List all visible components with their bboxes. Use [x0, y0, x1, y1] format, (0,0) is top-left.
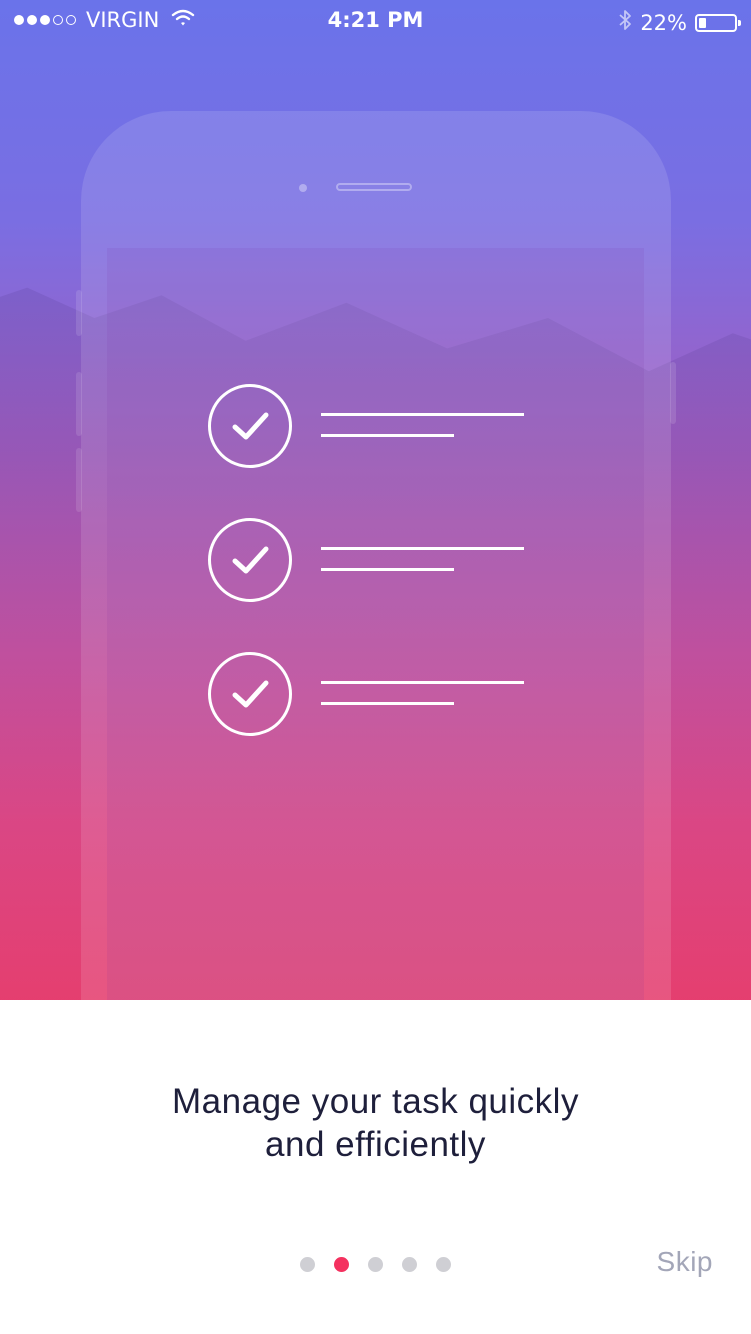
page-dot[interactable]: [402, 1257, 417, 1272]
phone-side-button: [76, 448, 82, 512]
task-item: [208, 518, 528, 604]
phone-screen: [107, 248, 644, 1000]
camera-dot: [299, 184, 307, 192]
page-indicator[interactable]: [300, 1257, 451, 1272]
phone-side-button: [670, 362, 676, 424]
bluetooth-icon: [618, 8, 632, 37]
task-line: [321, 702, 454, 705]
skip-button[interactable]: Skip: [657, 1246, 713, 1278]
task-line: [321, 681, 524, 684]
hero-illustration: [0, 0, 751, 1000]
status-bar: VIRGIN 4:21 PM 22%: [0, 0, 751, 40]
speaker-slot: [336, 183, 412, 191]
check-icon: [208, 652, 292, 736]
battery-icon: [695, 13, 741, 32]
task-line: [321, 434, 454, 437]
battery-percent: 22%: [640, 10, 687, 35]
page-dot[interactable]: [300, 1257, 315, 1272]
task-line: [321, 413, 524, 416]
check-icon: [208, 384, 292, 468]
task-item: [208, 384, 528, 470]
page-dot-active[interactable]: [334, 1257, 349, 1272]
task-line: [321, 568, 454, 571]
status-right: 22%: [618, 8, 741, 37]
task-line: [321, 547, 524, 550]
check-icon: [208, 518, 292, 602]
page-dot[interactable]: [368, 1257, 383, 1272]
onboarding-headline: Manage your task quickly and efficiently: [0, 1080, 751, 1166]
task-item: [208, 652, 528, 738]
phone-side-button: [76, 372, 82, 436]
headline-line: Manage your task quickly: [172, 1082, 579, 1121]
headline-line: and efficiently: [265, 1125, 486, 1164]
phone-side-button: [76, 290, 82, 336]
page-dot[interactable]: [436, 1257, 451, 1272]
